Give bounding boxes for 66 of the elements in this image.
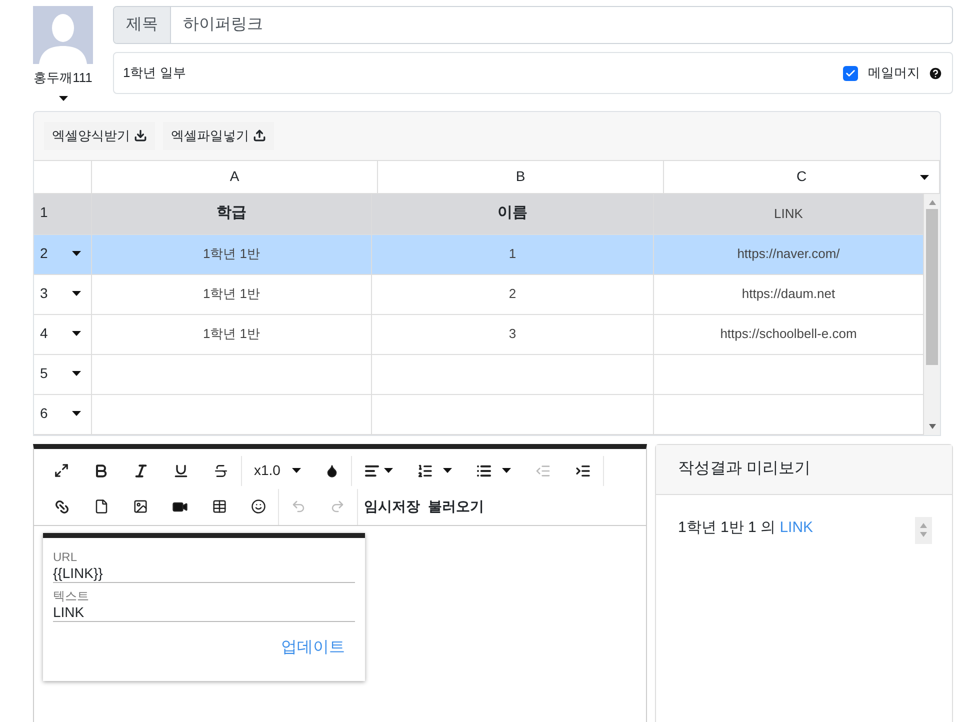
table-cell: 학급: [92, 194, 372, 234]
droplet-icon: [325, 464, 340, 478]
download-icon: [134, 129, 147, 142]
bullet-list-icon: [476, 462, 492, 478]
table-cell: 이름: [372, 194, 654, 234]
down-arrow-icon: [920, 532, 927, 537]
file-icon: [94, 499, 109, 514]
row-menu-caret-icon: [72, 410, 81, 416]
upload-file-button[interactable]: 엑셀파일넣기: [163, 122, 274, 150]
smiley-icon: [251, 499, 266, 514]
table-cell: 1: [372, 234, 654, 274]
text-field[interactable]: LINK: [53, 602, 355, 622]
row-menu-caret-icon: [72, 290, 81, 296]
scrollbar[interactable]: [924, 194, 940, 434]
title-label: 제목: [114, 7, 171, 43]
text-label: 텍스트: [53, 588, 90, 602]
indent-icon: [575, 462, 592, 478]
table-cell: https://naver.com/: [654, 234, 924, 274]
temp-save-button[interactable]: 임시저장: [358, 496, 426, 517]
help-icon[interactable]: [928, 66, 943, 80]
redo-icon: [330, 499, 345, 514]
url-label: URL: [53, 550, 78, 564]
check-icon: [845, 68, 856, 78]
expand-icon: [54, 463, 69, 478]
preview-title: 작성결과 미리보기: [678, 459, 810, 479]
bold-icon: [93, 462, 109, 478]
column-menu-caret-icon: [920, 174, 929, 180]
scroll-down-icon[interactable]: [928, 424, 936, 428]
title-field[interactable]: 제목 하이퍼링크: [113, 6, 953, 44]
download-template-button[interactable]: 엑셀양식받기: [44, 122, 155, 150]
strikethrough-icon: [213, 462, 229, 478]
underline-icon: [173, 462, 189, 478]
url-field[interactable]: {{LINK}}: [53, 564, 355, 582]
mail-merge-checkbox[interactable]: [843, 66, 858, 80]
column-header[interactable]: C: [664, 160, 940, 192]
font-size-dropdown[interactable]: x1.0: [242, 452, 314, 488]
up-arrow-icon: [920, 523, 927, 528]
upload-icon: [253, 129, 266, 142]
table-cell: 1학년 1반: [92, 234, 372, 274]
user-name: 홍두깨111: [34, 69, 92, 87]
column-header[interactable]: B: [378, 160, 664, 192]
row-number[interactable]: 2: [34, 234, 92, 274]
italic-icon: [133, 462, 149, 478]
caret-icon: [292, 468, 302, 473]
row-number[interactable]: 1: [34, 194, 92, 234]
row-menu-caret-icon: [72, 330, 81, 336]
row-menu-caret-icon: [72, 250, 81, 256]
align-left-icon: [364, 462, 380, 478]
table-cell: LINK: [654, 194, 924, 234]
preview-text: 1학년 1반 1 의 LINK: [678, 518, 814, 538]
table-icon: [212, 499, 227, 514]
caret-icon: [502, 468, 512, 473]
load-button[interactable]: 불러오기: [426, 496, 486, 517]
avatar-silhouette: [33, 6, 93, 64]
user-menu-caret-icon: [58, 96, 68, 100]
column-header[interactable]: A: [92, 160, 378, 192]
undo-icon: [291, 499, 306, 514]
title-value: 하이퍼링크: [182, 15, 264, 35]
outdent-icon: [535, 462, 552, 478]
row-menu-caret-icon: [72, 370, 81, 376]
caret-icon: [384, 468, 394, 473]
image-icon: [133, 499, 148, 514]
numbered-list-icon: [417, 462, 434, 478]
subtitle-field[interactable]: 1학년 일부: [123, 63, 843, 83]
caret-icon: [443, 468, 452, 473]
mail-merge-label: 메일머지: [868, 64, 920, 82]
